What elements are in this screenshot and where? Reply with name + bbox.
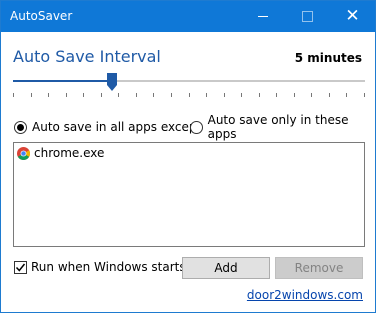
radio-selected-dot (17, 123, 24, 131)
radio-label: Auto save in all apps except (32, 120, 202, 134)
add-button[interactable]: Add (182, 257, 270, 279)
radio-button[interactable] (14, 120, 27, 134)
slider-track-fill (13, 80, 112, 82)
slider-tick (276, 93, 277, 97)
close-button[interactable]: ✕ (330, 1, 375, 32)
radio-label: Auto save only in these apps (207, 113, 349, 141)
list-item[interactable]: chrome.exe (17, 146, 104, 160)
run-on-startup-checkbox[interactable]: Run when Windows starts (14, 260, 186, 274)
slider-tick (136, 93, 137, 97)
minimize-icon (257, 16, 268, 17)
app-list[interactable]: chrome.exe (13, 142, 365, 247)
slider-tick (153, 93, 154, 97)
slider-tick (224, 93, 225, 97)
checkbox-label: Run when Windows starts (31, 260, 186, 274)
minimize-button[interactable] (240, 1, 285, 32)
website-link[interactable]: door2windows.com (247, 288, 363, 302)
remove-button[interactable]: Remove (275, 257, 363, 279)
slider-tick (294, 93, 295, 97)
slider-tick (259, 93, 260, 97)
window-title: AutoSaver (10, 9, 73, 23)
interval-value: 5 minutes (294, 51, 362, 65)
checkmark-icon (15, 263, 26, 272)
app-name: chrome.exe (34, 146, 105, 160)
slider-tick (241, 93, 242, 97)
slider-tick (83, 93, 84, 97)
slider-tick (31, 93, 32, 97)
checkbox[interactable] (14, 260, 27, 274)
slider-tick (364, 93, 365, 97)
interval-label: Auto Save Interval (13, 47, 161, 66)
slider-thumb[interactable] (107, 73, 117, 91)
maximize-icon (302, 11, 313, 22)
slider-tick (206, 93, 207, 97)
title-bar[interactable]: AutoSaver ✕ (1, 1, 375, 32)
radio-all-apps-except[interactable]: Auto save in all apps except (14, 119, 201, 135)
slider-tick (171, 93, 172, 97)
slider-tick (118, 93, 119, 97)
slider-tick (48, 93, 49, 97)
interval-slider[interactable] (13, 73, 365, 103)
slider-tick (311, 93, 312, 97)
slider-tick (101, 93, 102, 97)
autosaver-window: AutoSaver ✕ Auto Save Interval 5 minutes… (0, 0, 376, 313)
slider-tick (329, 93, 330, 97)
close-icon: ✕ (345, 6, 360, 26)
chrome-icon (17, 146, 30, 160)
slider-tick (189, 93, 190, 97)
slider-tick (346, 93, 347, 97)
slider-tick (13, 93, 14, 97)
radio-button[interactable] (190, 120, 203, 134)
radio-only-these-apps[interactable]: Auto save only in these apps (190, 113, 375, 141)
maximize-button[interactable] (285, 1, 330, 32)
slider-tick (66, 93, 67, 97)
